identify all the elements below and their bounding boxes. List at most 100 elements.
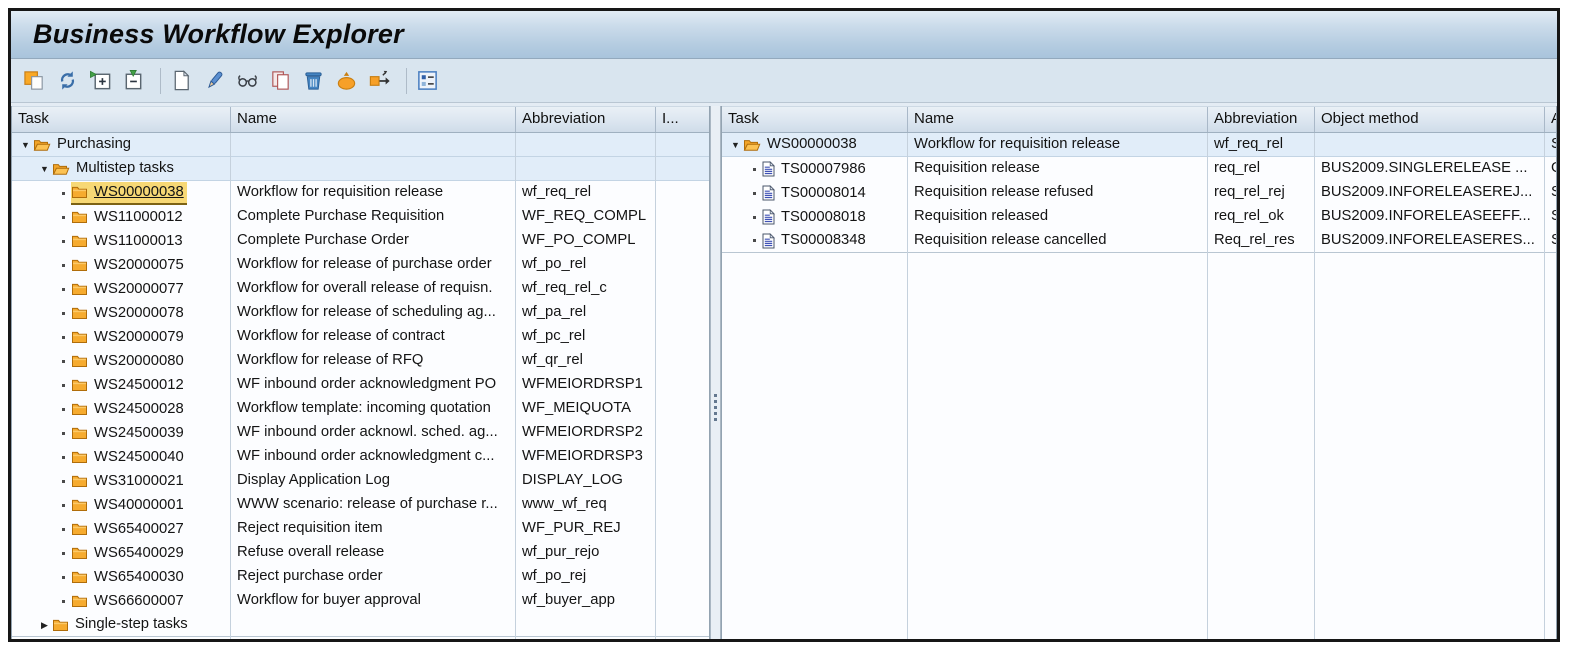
name-cell: Workflow for release of RFQ: [231, 349, 516, 373]
delete-button[interactable]: [300, 66, 330, 96]
change-button[interactable]: [201, 66, 231, 96]
leaf-bullet-icon: [56, 504, 71, 507]
abbr-cell: wf_pur_rejo: [516, 541, 656, 565]
create-button[interactable]: [168, 66, 198, 96]
tree-row[interactable]: WS20000075Workflow for release of purcha…: [12, 253, 709, 277]
panel-splitter[interactable]: [710, 106, 721, 639]
tree-indent: [722, 193, 747, 194]
collapse-node-icon[interactable]: ▼: [37, 157, 52, 180]
task-label[interactable]: WS66600007: [91, 590, 187, 613]
copy-button[interactable]: [267, 66, 297, 96]
task-label[interactable]: TS00008018: [778, 206, 869, 229]
task-label[interactable]: WS24500039: [91, 422, 187, 445]
name-cell: Refuse overall release: [231, 541, 516, 565]
tree-row[interactable]: WS65400029 Refuse overall releasewf_pur_r…: [12, 541, 709, 565]
tree-row[interactable]: WS40000001 WWW scenario: release of purch…: [12, 493, 709, 517]
tree-row[interactable]: WS66600007Workflow for buyer approvalwf_…: [12, 589, 709, 613]
task-label[interactable]: WS11000013: [91, 230, 186, 253]
task-label[interactable]: WS00000038: [764, 133, 860, 156]
tree-indent: [722, 217, 747, 218]
tree-row[interactable]: ▼WS00000038Workflow for requisition rele…: [722, 133, 1556, 157]
column-header-task[interactable]: Task: [12, 107, 231, 132]
task-label[interactable]: Multistep tasks: [73, 157, 177, 180]
execute-button[interactable]: [333, 66, 363, 96]
task-label[interactable]: WS20000078: [91, 302, 187, 325]
info-cell: [656, 205, 709, 229]
task-label[interactable]: WS24500040: [91, 446, 187, 469]
task-label[interactable]: Single-step tasks: [72, 613, 191, 636]
display-button[interactable]: [234, 66, 264, 96]
tree-row[interactable]: WS24500039WF inbound order acknowl. sche…: [12, 421, 709, 445]
task-label[interactable]: Purchasing: [54, 133, 134, 156]
tree-row[interactable]: ▼ Purchasing: [12, 133, 709, 157]
transport-button[interactable]: [366, 66, 396, 96]
collapse-node-icon[interactable]: ▼: [728, 133, 743, 156]
tree-row[interactable]: TS00007986Requisition releasereq_relBUS2…: [722, 157, 1556, 181]
tree-row[interactable]: WS31000021Display Application LogDISPLAY…: [12, 469, 709, 493]
tree-row[interactable]: WS20000079Workflow for release of contra…: [12, 325, 709, 349]
tree-row[interactable]: TS00008018Requisition releasedreq_rel_ok…: [722, 205, 1556, 229]
task-label[interactable]: WS65400027: [91, 518, 187, 541]
tree-row[interactable]: WS24500012WF inbound order acknowledgmen…: [12, 373, 709, 397]
leaf-bullet-icon: [56, 432, 71, 435]
tree-row[interactable]: WS24500040WF inbound order acknowledgmen…: [12, 445, 709, 469]
info-cell: [656, 445, 709, 469]
task-label[interactable]: WS65400029: [91, 542, 187, 565]
tree-row[interactable]: WS65400030Reject purchase orderwf_po_rej: [12, 565, 709, 589]
refresh-button[interactable]: [54, 66, 84, 96]
tree-row[interactable]: WS20000077Workflow for overall release o…: [12, 277, 709, 301]
abbr-cell: www_wf_req: [516, 493, 656, 517]
task-label[interactable]: WS00000038: [91, 181, 187, 204]
task-label[interactable]: WS24500028: [91, 398, 187, 421]
task-label[interactable]: WS40000001: [91, 494, 187, 517]
tree-row[interactable]: WS24500028Workflow template: incoming qu…: [12, 397, 709, 421]
task-label[interactable]: TS00008348: [778, 229, 869, 252]
task-cell: WS24500040: [12, 445, 231, 469]
column-header-name[interactable]: Name: [231, 107, 516, 132]
legend-button[interactable]: [414, 66, 444, 96]
other-task-button[interactable]: [21, 66, 51, 96]
task-label[interactable]: WS20000077: [91, 278, 187, 301]
tree-row[interactable]: WS20000080 Workflow for release of RFQwf_…: [12, 349, 709, 373]
column-header-a[interactable]: A..: [1545, 107, 1556, 132]
abbr-cell: wf_qr_rel: [516, 349, 656, 373]
column-header-name[interactable]: Name: [908, 107, 1208, 132]
column-header-abbreviation[interactable]: Abbreviation: [516, 107, 656, 132]
tree-row[interactable]: TS00008014Requisition release refusedreq…: [722, 181, 1556, 205]
task-cell: ▼ Purchasing: [12, 133, 231, 156]
folder-open-icon: [33, 138, 51, 152]
task-label[interactable]: WS20000080: [91, 350, 187, 373]
folder-icon: [71, 402, 88, 416]
expand-node-icon[interactable]: ▶: [37, 613, 52, 636]
tree-row[interactable]: WS11000013Complete Purchase OrderWF_PO_C…: [12, 229, 709, 253]
column-header-abbreviation[interactable]: Abbreviation: [1208, 107, 1315, 132]
column-header-task[interactable]: Task: [722, 107, 908, 132]
tree-row[interactable]: WS20000078Workflow for release of schedu…: [12, 301, 709, 325]
selected-task-highlight[interactable]: WS00000038: [71, 182, 187, 205]
task-label[interactable]: WS11000012: [91, 206, 186, 229]
tree-indent: [12, 601, 56, 602]
tree-indent: [12, 577, 56, 578]
tree-row[interactable]: ▼ Multistep tasks: [12, 157, 709, 181]
task-label[interactable]: WS24500012: [91, 374, 187, 397]
tree-row[interactable]: ▶ Single-step tasks: [12, 613, 709, 637]
name-cell: WWW scenario: release of purchase r...: [231, 493, 516, 517]
column-header-i[interactable]: I...: [656, 107, 709, 132]
tree-row[interactable]: WS65400027Reject requisition itemWF_PUR_…: [12, 517, 709, 541]
task-label[interactable]: WS65400030: [91, 566, 187, 589]
task-label[interactable]: TS00008014: [778, 182, 869, 205]
collapse-subtree-button[interactable]: [120, 66, 150, 96]
task-label[interactable]: WS20000075: [91, 254, 187, 277]
tree-row[interactable]: WS11000012Complete Purchase RequisitionW…: [12, 205, 709, 229]
task-label[interactable]: WS31000021: [91, 470, 187, 493]
collapse-node-icon[interactable]: ▼: [18, 133, 33, 156]
tree-row[interactable]: TS00008348Requisition release cancelledR…: [722, 229, 1556, 253]
tree-row[interactable]: WS00000038Workflow for requisition relea…: [12, 181, 709, 205]
folder-icon: [71, 546, 88, 560]
execute-stamp-icon: [335, 69, 358, 92]
task-label[interactable]: TS00007986: [778, 158, 869, 181]
business-workflow-explorer-window: Business Workflow Explorer TaskNameAbbre…: [8, 8, 1560, 642]
expand-subtree-button[interactable]: [87, 66, 117, 96]
column-header-object-method[interactable]: Object method: [1315, 107, 1545, 132]
task-label[interactable]: WS20000079: [91, 326, 187, 349]
